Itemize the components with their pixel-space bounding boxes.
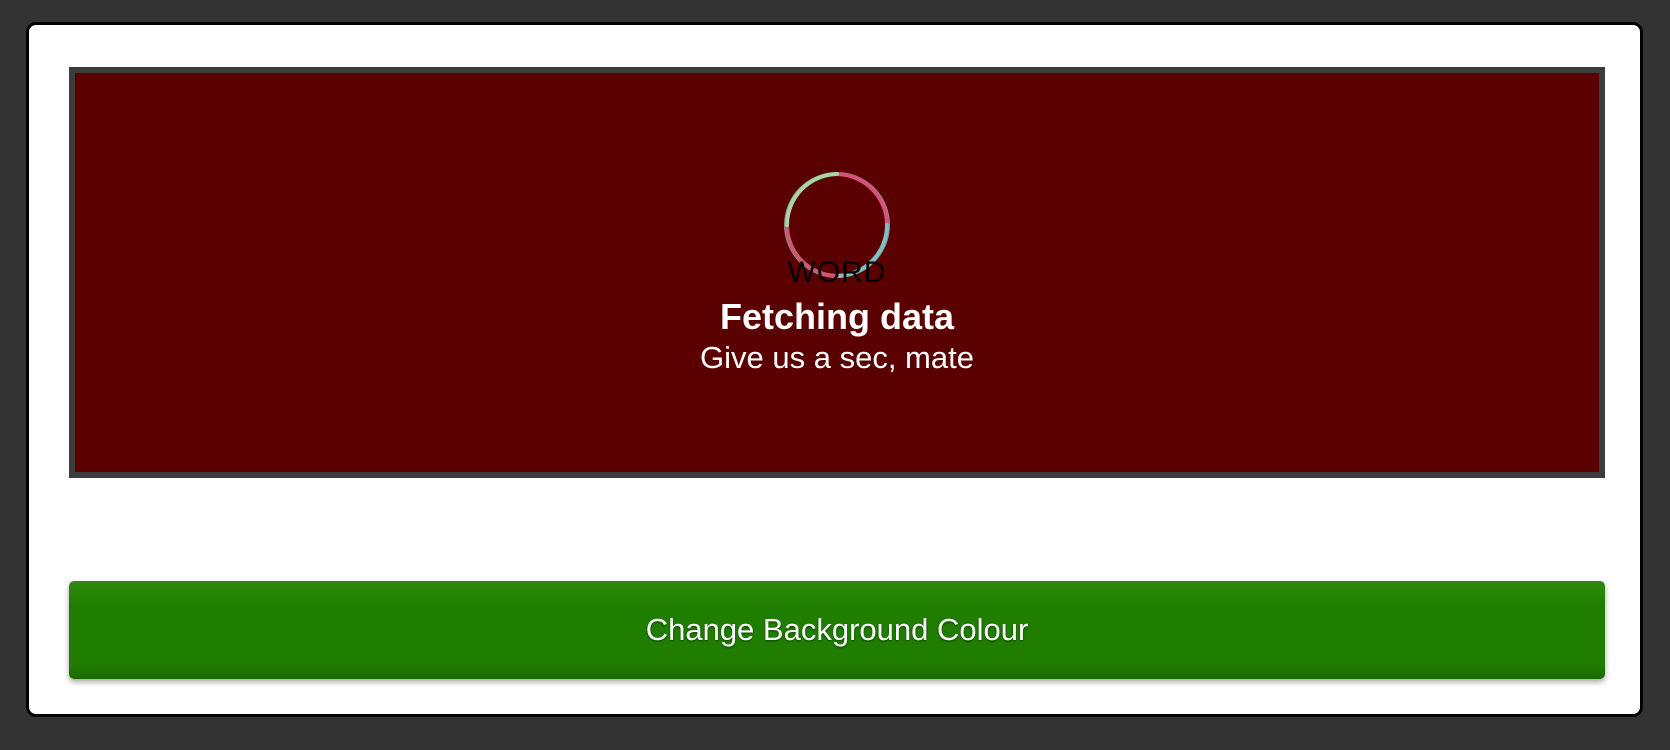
app-card: WORD Fetching data Give us a sec, mate C… — [26, 22, 1643, 717]
word-display-panel: WORD Fetching data Give us a sec, mate — [69, 67, 1605, 478]
loading-title: Fetching data — [719, 296, 955, 337]
change-background-button[interactable]: Change Background Colour — [69, 581, 1605, 679]
loading-subtitle: Give us a sec, mate — [700, 340, 974, 375]
current-word: WORD — [787, 256, 887, 289]
